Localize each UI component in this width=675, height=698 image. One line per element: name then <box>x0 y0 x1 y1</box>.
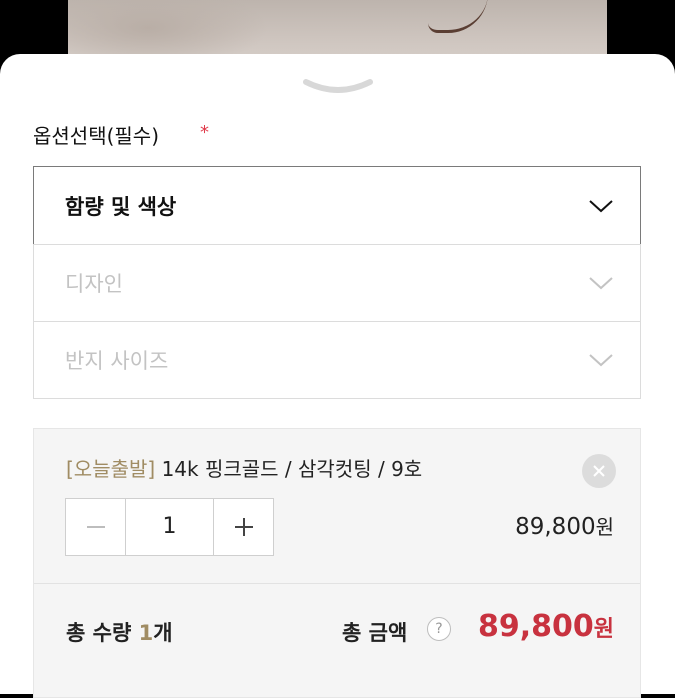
item-price-value: 89,800 <box>515 514 596 540</box>
select-ring-size-label: 반지 사이즈 <box>65 349 169 373</box>
total-quantity-label: 총 수량 <box>66 621 132 645</box>
remove-item-button[interactable] <box>582 454 616 488</box>
option-bottom-sheet: 옵션선택(필수) * 함량 및 색상 디자인 반지 사이즈 [오늘출발] 14k… <box>0 54 675 698</box>
total-quantity-unit: 개 <box>153 621 173 645</box>
total-amount-label: 총 금액 <box>342 621 408 645</box>
total-quantity-value: 1 <box>138 621 154 645</box>
total-amount: 89,800원 <box>478 609 614 644</box>
select-design[interactable]: 디자인 <box>33 244 641 322</box>
minus-icon <box>87 526 105 528</box>
total-amount-value: 89,800 <box>477 609 594 644</box>
select-capacity-color[interactable]: 함량 및 색상 <box>33 166 641 245</box>
item-price-unit: 원 <box>595 515 614 539</box>
option-section-label: 옵션선택(필수) <box>33 124 160 148</box>
select-design-label: 디자인 <box>65 272 123 296</box>
chevron-down-icon <box>589 277 613 290</box>
selected-item-title: [오늘출발] 14k 핑크골드 / 삼각컷팅 / 9호 <box>66 453 422 482</box>
select-capacity-color-label: 함량 및 색상 <box>65 194 177 219</box>
required-mark: * <box>200 122 209 143</box>
selected-item-name: 14k 핑크골드 / 삼각컷팅 / 9호 <box>161 457 423 481</box>
selected-item-card: [오늘출발] 14k 핑크골드 / 삼각컷팅 / 9호 1 89,800원 총 … <box>33 428 641 698</box>
item-price: 89,800원 <box>515 511 614 540</box>
ring-wire <box>428 0 488 33</box>
increase-quantity-button[interactable] <box>213 499 273 555</box>
chevron-down-icon <box>589 199 613 212</box>
help-icon[interactable]: ? <box>427 617 451 641</box>
plus-icon <box>235 518 253 536</box>
divider <box>34 583 640 584</box>
decrease-quantity-button[interactable] <box>66 499 126 555</box>
collapse-handle-icon[interactable] <box>302 76 374 98</box>
chevron-down-icon <box>589 354 613 367</box>
same-day-badge: [오늘출발] <box>66 457 156 481</box>
select-ring-size[interactable]: 반지 사이즈 <box>33 321 641 399</box>
total-amount-unit: 원 <box>593 617 614 642</box>
quantity-value[interactable]: 1 <box>126 499 213 555</box>
total-quantity: 총 수량 1개 <box>66 617 173 647</box>
quantity-stepper: 1 <box>65 498 274 556</box>
close-icon <box>593 465 605 477</box>
